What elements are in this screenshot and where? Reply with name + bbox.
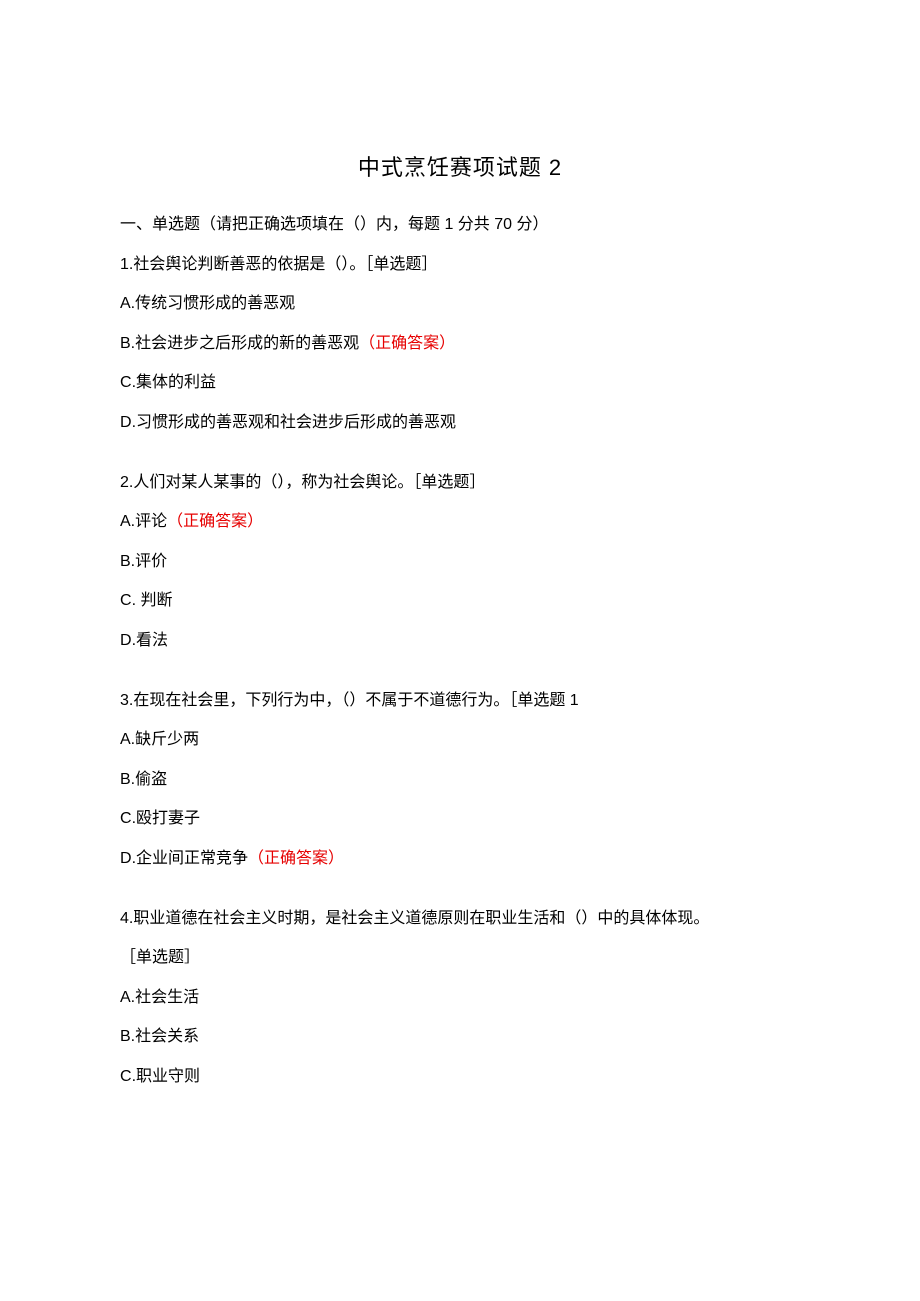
question-stem-line2: ［单选题］: [120, 945, 800, 971]
option-text: .企业间正常竞争: [132, 850, 248, 867]
option: B.社会关系: [120, 1024, 800, 1050]
option-label: C: [120, 810, 132, 827]
option-text: .社会关系: [131, 1028, 199, 1045]
question-number: 3: [120, 688, 129, 714]
option-label: C: [120, 1068, 132, 1085]
option: D.习惯形成的善恶观和社会进步后形成的善恶观: [120, 410, 800, 436]
option: A.评论（正确答案）: [120, 509, 800, 535]
option-label: A: [120, 731, 131, 748]
correct-answer-label: （正确答案）: [167, 513, 263, 530]
option: A.社会生活: [120, 985, 800, 1011]
question-number: 2: [120, 470, 129, 496]
question-number: 1: [120, 256, 129, 273]
option-label: A: [120, 513, 131, 530]
option: D.看法: [120, 628, 800, 654]
document-page: 中式烹饪赛项试题 2 一、单选题（请把正确选项填在（）内，每题 1 分共 70 …: [0, 0, 920, 1163]
option-label: B: [120, 771, 131, 788]
option-label: A: [120, 295, 131, 312]
question-stem: 3 .在现在社会里，下列行为中，（）不属于不道德行为。［单选题 1: [120, 688, 800, 714]
option-text: .传统习惯形成的善恶观: [131, 295, 295, 312]
option: D.企业间正常竞争（正确答案）: [120, 846, 800, 872]
option-label: B: [120, 335, 131, 352]
question-stem: 1.社会舆论判断善恶的依据是（）。［单选题］: [120, 252, 800, 278]
question-stem: 2 .人们对某人某事的（），称为社会舆论。［单选题］: [120, 470, 800, 496]
correct-answer-label: （正确答案）: [359, 335, 455, 352]
question-text: .职业道德在社会主义时期，是社会主义道德原则在职业生活和（）中的具体体现。: [129, 910, 709, 927]
option-label: D: [120, 414, 132, 431]
page-title: 中式烹饪赛项试题 2: [120, 150, 800, 182]
option-text: .评论: [131, 513, 167, 530]
option: A.缺斤少两: [120, 727, 800, 753]
option: C.殴打妻子: [120, 806, 800, 832]
option-text: .缺斤少两: [131, 731, 199, 748]
question-text: .社会舆论判断善恶的依据是（）。［单选题］: [129, 256, 437, 273]
option-text: . 判断: [132, 592, 173, 609]
option: C.职业守则: [120, 1064, 800, 1090]
option-label: A: [120, 989, 131, 1006]
correct-answer-label: （正确答案）: [248, 850, 344, 867]
option-label: C: [120, 374, 132, 391]
option-label: B: [120, 1028, 131, 1045]
question-stem: 4 .职业道德在社会主义时期，是社会主义道德原则在职业生活和（）中的具体体现。: [120, 906, 800, 932]
option: B.评价: [120, 549, 800, 575]
option: B.偷盗: [120, 767, 800, 793]
option-text: .殴打妻子: [132, 810, 200, 827]
option-text: .社会进步之后形成的新的善恶观: [131, 335, 359, 352]
option-text: .评价: [131, 553, 167, 570]
question-text: .在现在社会里，下列行为中，（）不属于不道德行为。［单选题 1: [129, 692, 579, 709]
option-label: B: [120, 553, 131, 570]
question-number: 4: [120, 906, 129, 932]
option: A.传统习惯形成的善恶观: [120, 291, 800, 317]
option-text: .社会生活: [131, 989, 199, 1006]
option: B.社会进步之后形成的新的善恶观（正确答案）: [120, 331, 800, 357]
option-text: .看法: [132, 632, 168, 649]
section-header: 一、单选题（请把正确选项填在（）内，每题 1 分共 70 分）: [120, 212, 800, 238]
option-label: D: [120, 632, 132, 649]
option-label: C: [120, 592, 132, 609]
option-text: .集体的利益: [132, 374, 216, 391]
option-text: .偷盗: [131, 771, 167, 788]
option-label: D: [120, 850, 132, 867]
question-text: .人们对某人某事的（），称为社会舆论。［单选题］: [129, 474, 485, 491]
option-text: .习惯形成的善恶观和社会进步后形成的善恶观: [132, 414, 456, 431]
option-text: .职业守则: [132, 1068, 200, 1085]
option: C.集体的利益: [120, 370, 800, 396]
option: C. 判断: [120, 588, 800, 614]
